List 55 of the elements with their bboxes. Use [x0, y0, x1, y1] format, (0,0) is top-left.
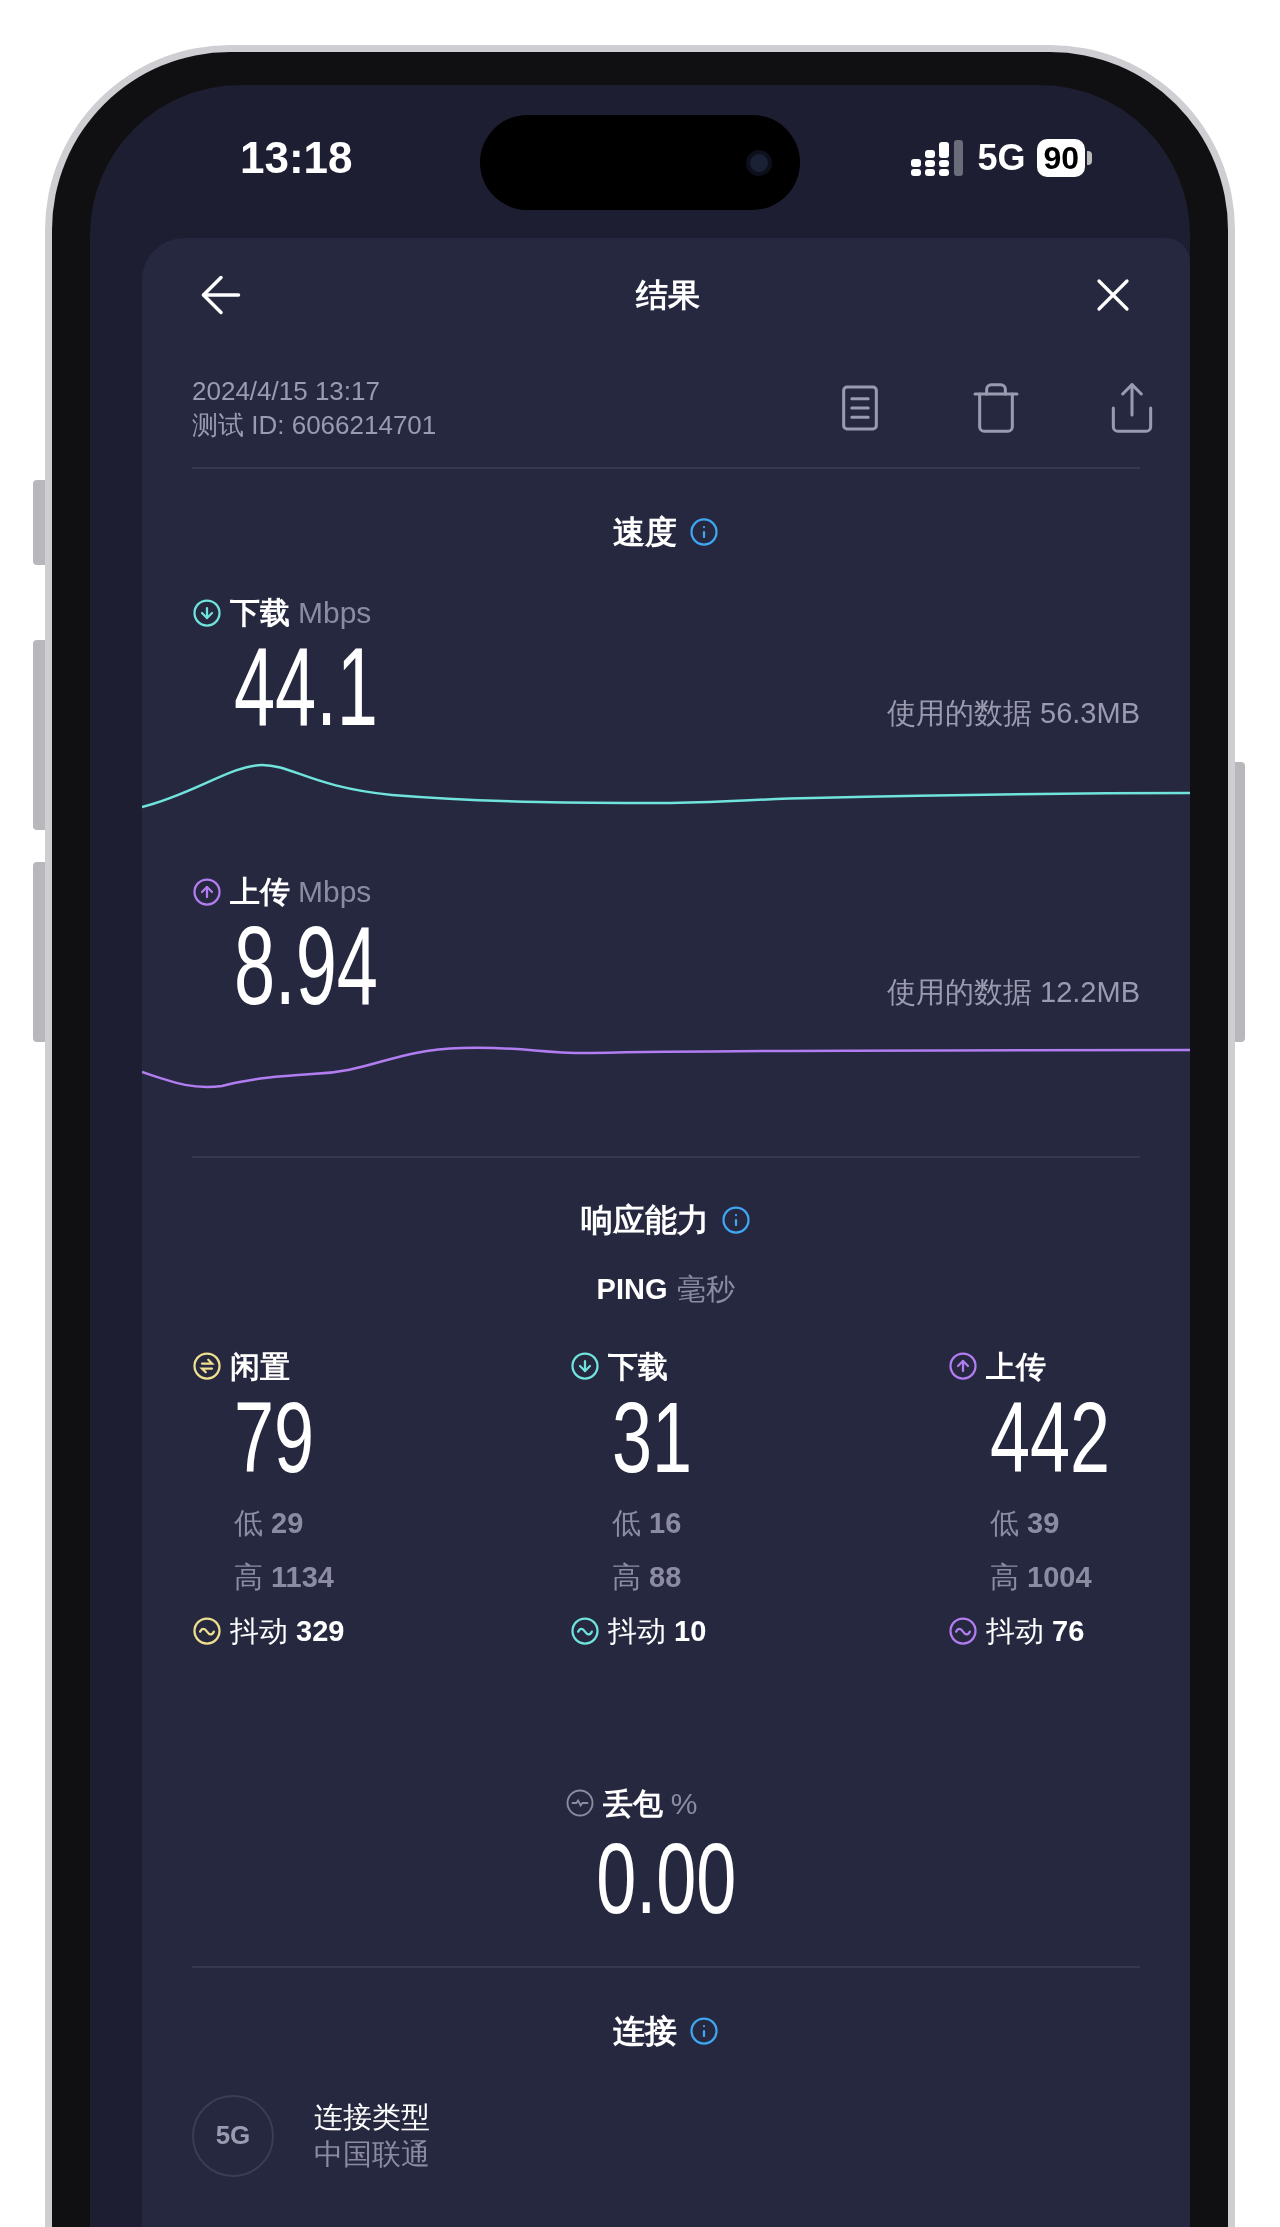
ping-low: 低 39: [990, 1505, 1061, 1541]
connection-type-label: 连接类型: [314, 2099, 430, 2135]
unit-label: 毫秒: [677, 1272, 736, 1307]
section-title: 速度: [613, 513, 677, 552]
ping-high: 高 88: [612, 1559, 683, 1595]
ping-type-label: 闲置: [230, 1348, 290, 1385]
battery-tip: [1087, 150, 1092, 165]
unit-label: Mbps: [298, 595, 372, 631]
wave-icon: [570, 1615, 600, 1646]
ping-low: 低 29: [234, 1505, 305, 1541]
signal-icon: [911, 139, 966, 176]
jitter-value: 抖动 329: [230, 1613, 345, 1649]
speed-value: 44.1: [234, 635, 378, 739]
packet-loss-label: 丢包: [602, 1785, 663, 1822]
upload-icon: [192, 876, 222, 907]
packet-loss-icon: [564, 1788, 595, 1818]
section-title: 连接: [613, 2011, 677, 2051]
ping-high: 高 1134: [234, 1559, 335, 1595]
ping-type-label: 下载: [608, 1348, 668, 1385]
download-icon: [192, 597, 222, 628]
packet-loss-value: 0.00: [595, 1829, 737, 1926]
upload-icon: [948, 1351, 978, 1381]
data-used: 使用的数据 12.2MB: [887, 974, 1140, 1010]
ping-value: 442: [990, 1388, 1111, 1485]
info-icon[interactable]: [689, 2015, 719, 2046]
ping-high: 高 1004: [990, 1559, 1093, 1595]
page-title: 结果: [636, 276, 700, 315]
download-icon: [570, 1351, 600, 1381]
ping-label: PING: [596, 1272, 668, 1307]
battery-level: 90: [1037, 138, 1085, 177]
wave-icon: [948, 1615, 978, 1646]
info-icon[interactable]: [721, 1205, 751, 1235]
status-time: 13:18: [240, 131, 353, 184]
wave-icon: [192, 1615, 222, 1646]
section-title: 响应能力: [581, 1201, 709, 1240]
metric-label: 下载: [230, 595, 290, 631]
network-badge: 5G: [192, 2094, 274, 2177]
ping-value: 79: [234, 1388, 316, 1485]
camera-icon: [746, 149, 772, 176]
test-id: 测试 ID: 6066214701: [192, 409, 437, 442]
speed-value: 8.94: [234, 914, 378, 1018]
data-used: 使用的数据 56.3MB: [887, 695, 1140, 731]
jitter-value: 抖动 10: [608, 1613, 707, 1649]
ping-low: 低 16: [612, 1505, 683, 1541]
ping-type-label: 上传: [986, 1348, 1046, 1385]
info-icon[interactable]: [689, 517, 719, 547]
idle-icon: [192, 1351, 222, 1381]
jitter-value: 抖动 76: [986, 1613, 1085, 1649]
ping-value: 31: [612, 1388, 694, 1485]
unit-label: Mbps: [298, 874, 372, 910]
network-label: 5G: [977, 135, 1026, 180]
metric-label: 上传: [230, 874, 290, 910]
unit-label: %: [670, 1785, 698, 1822]
test-date: 2024/4/15 13:17: [192, 375, 381, 408]
carrier-name: 中国联通: [314, 2136, 430, 2172]
